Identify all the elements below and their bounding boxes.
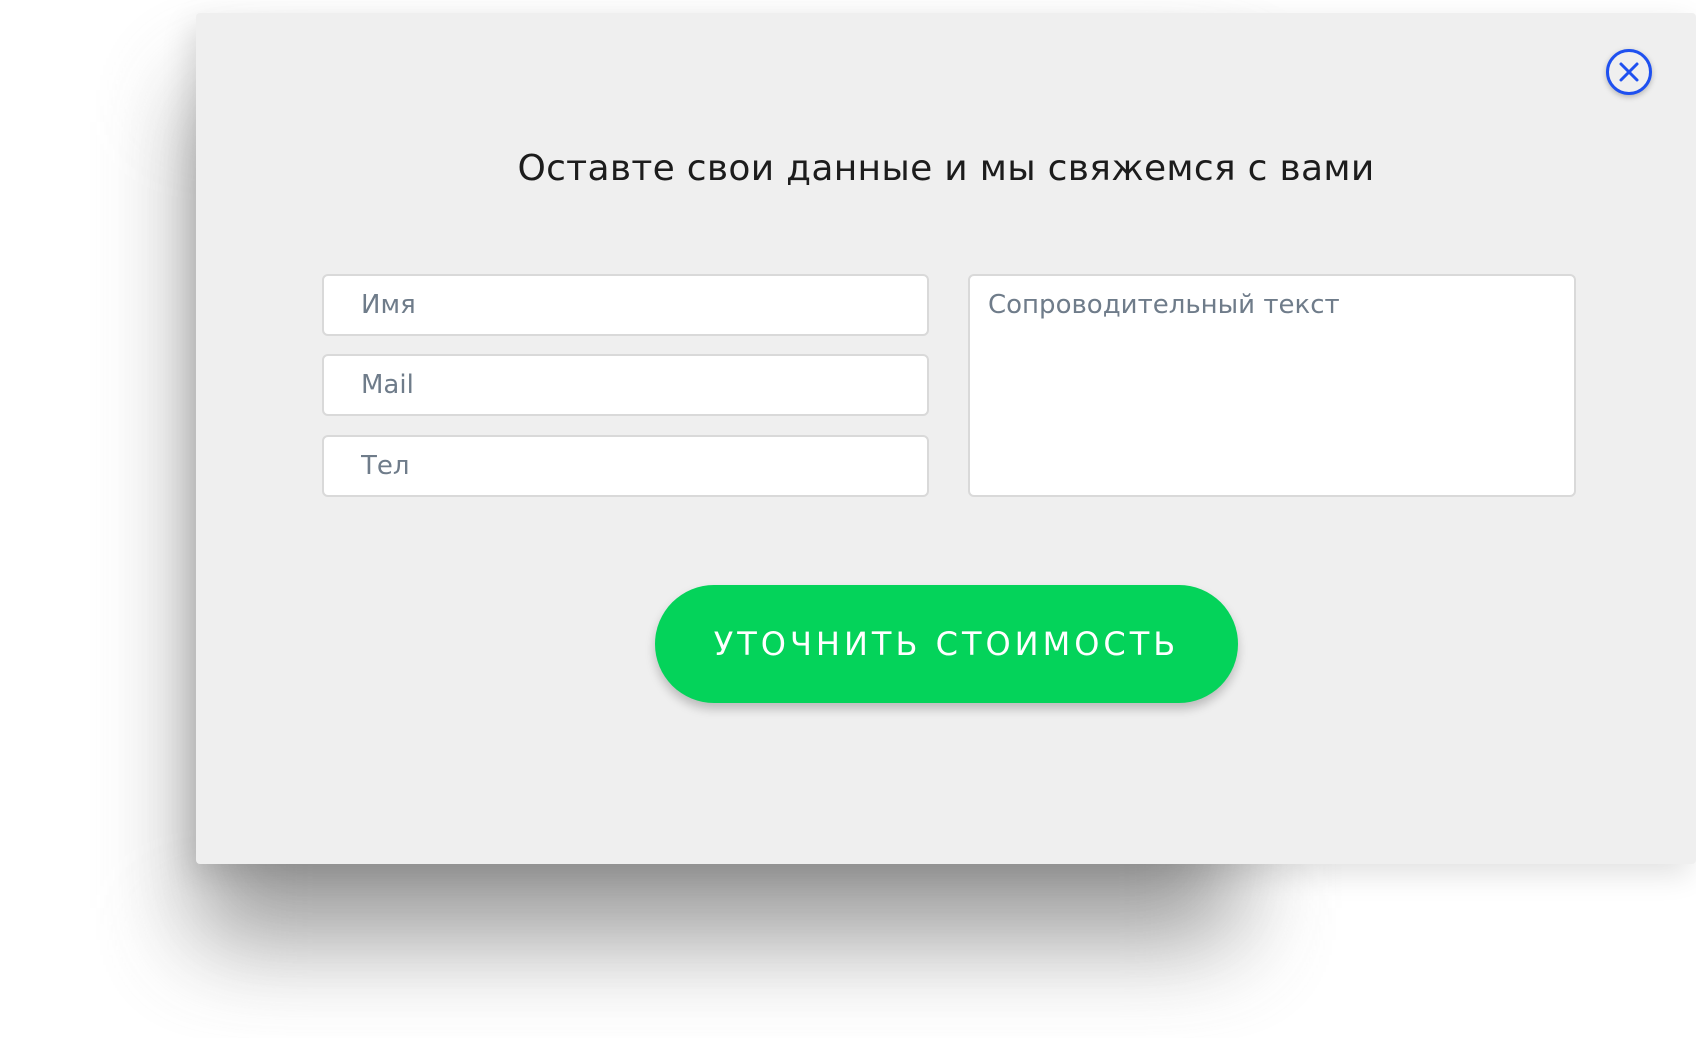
message-textarea[interactable] — [968, 274, 1576, 497]
phone-input[interactable] — [322, 435, 929, 497]
close-x-circle-icon — [1619, 62, 1639, 82]
name-input[interactable] — [322, 274, 929, 336]
close-button[interactable] — [1606, 49, 1652, 95]
mail-input[interactable] — [322, 354, 929, 416]
modal-title: Оставте свои данные и мы свяжемся с вами — [517, 148, 1375, 189]
contact-modal: Оставте свои данные и мы свяжемся с вами… — [196, 13, 1696, 864]
get-price-button[interactable]: УТОЧНИТЬ СТОИМОСТЬ — [655, 585, 1238, 703]
page: Оставте свои данные и мы свяжемся с вами… — [0, 0, 1696, 1038]
